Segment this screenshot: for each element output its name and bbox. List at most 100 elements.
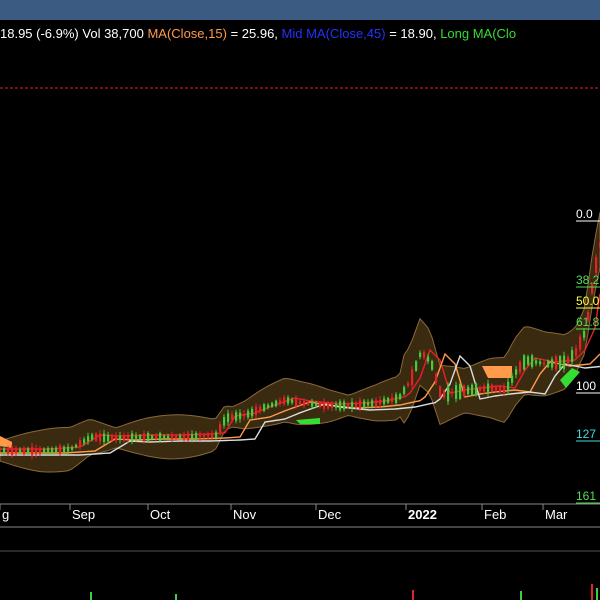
candle [227,413,230,423]
candle [59,445,62,454]
price-chart[interactable]: 0.0 38.2 50.0 61.8 100 127 161 g Sep Oct Nov Dec 20… [0,0,600,600]
candle [55,447,58,453]
candle [351,402,354,409]
candle [543,362,546,365]
candle [555,356,558,370]
candle [507,381,510,391]
candle [179,435,182,438]
candle [519,361,522,373]
volume-panel [0,526,600,600]
candle [463,385,466,397]
fib-label: 100 [576,379,596,393]
candle [231,414,234,420]
candle [391,397,394,402]
candle [271,402,274,407]
candle [267,404,270,408]
candle [51,448,54,453]
candle [331,404,334,408]
candle [335,404,338,408]
candle [471,384,474,395]
candle [159,433,162,441]
candle [531,355,534,367]
candle [79,440,82,447]
candle [151,435,154,439]
candle [31,446,34,456]
candle [427,356,430,362]
fib-label: 161 [576,489,596,503]
candle [475,383,478,396]
envelope [0,212,600,473]
candle [7,448,10,454]
candle [71,446,74,450]
candle [327,402,330,409]
candle [387,398,390,403]
candle [595,257,598,273]
candle [235,412,238,421]
candle [323,401,326,409]
candle [11,446,14,456]
fib-label: 38.2 [576,273,600,287]
candle [63,446,66,453]
candle [399,394,402,400]
candle [299,401,302,405]
month-label: Sep [72,507,95,522]
candle [259,406,262,412]
candle [35,448,38,454]
candle [83,439,86,444]
candle [311,401,314,407]
fib-label: 0.0 [576,207,593,221]
candle [371,400,374,407]
candle [563,355,566,369]
candle [339,401,342,410]
candle [19,449,22,453]
candle [127,436,130,439]
candle [203,434,206,438]
candle [503,386,506,393]
candle [319,402,322,408]
candle [419,352,422,357]
candle [295,397,298,407]
candle [491,384,494,392]
candle [111,435,114,441]
candle [363,400,366,408]
candle [315,403,318,406]
candle [107,434,110,442]
volume-bar [412,590,414,600]
candle [375,400,378,406]
candle [487,383,490,393]
candle [287,397,290,404]
volume-bar [90,592,92,600]
candle [183,433,186,440]
candle [139,435,142,439]
candle [467,386,470,394]
candle [67,446,70,452]
candle [27,448,30,454]
candle [275,400,278,407]
candle [3,448,6,454]
candle [495,386,498,391]
candle [131,433,134,442]
month-label: g [2,507,9,522]
candle [263,404,266,411]
candle [579,336,582,350]
candle [99,433,102,442]
fib-label: 50.0 [576,294,600,308]
candle [175,435,178,439]
volume-bar [591,584,593,600]
candle [279,400,282,404]
month-label: Oct [150,507,171,522]
candle [411,369,414,386]
candle [135,435,138,439]
candle [115,435,118,441]
candle [155,435,158,438]
candle [167,435,170,439]
candle [123,435,126,440]
candle [211,432,214,438]
candle [143,433,146,441]
fib-label: 127 [576,427,596,441]
volume-bar [520,591,522,600]
candle [511,375,514,383]
candle [415,361,418,371]
candle [395,394,398,403]
candle [39,448,42,454]
